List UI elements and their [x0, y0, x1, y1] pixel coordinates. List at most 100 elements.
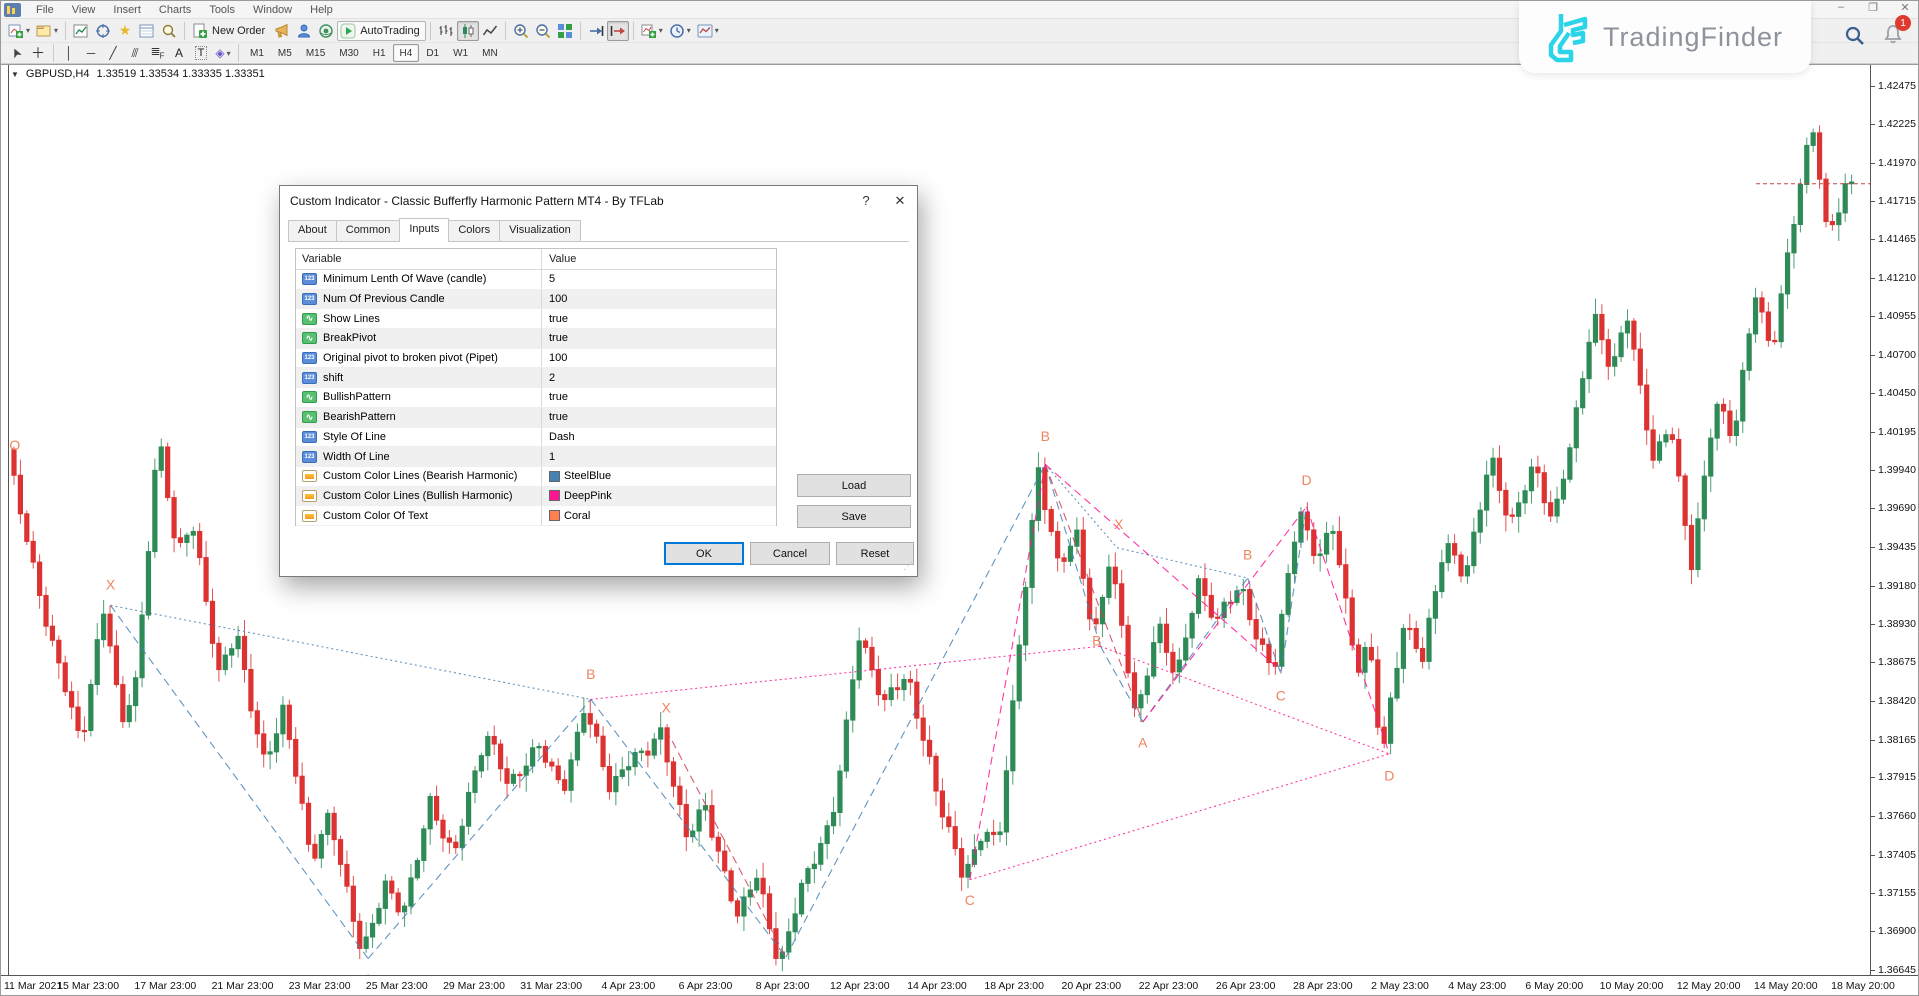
crosshair-mode-button[interactable] [92, 21, 114, 41]
value-column-header[interactable]: Value [542, 253, 776, 265]
menu-window[interactable]: Window [244, 2, 301, 18]
param-value-cell[interactable]: 2 [542, 372, 776, 384]
fibonacci-tool[interactable]: ≣F [146, 43, 168, 63]
timeframe-m5[interactable]: M5 [271, 44, 299, 62]
param-value-cell[interactable]: Dash [542, 431, 776, 443]
zoom-in-button[interactable] [510, 21, 532, 41]
timeframe-d1[interactable]: D1 [419, 44, 446, 62]
param-row[interactable]: ∿BullishPatterntrue [296, 388, 776, 408]
param-row[interactable]: 123Original pivot to broken pivot (Pipet… [296, 349, 776, 369]
channel-tool[interactable]: ⫻ [124, 43, 146, 63]
chevron-down-icon[interactable]: ▾ [715, 26, 719, 35]
param-row[interactable]: Custom Color Of TextCoral [296, 506, 776, 526]
bar-chart-button[interactable] [435, 21, 457, 41]
tab-common[interactable]: Common [336, 220, 401, 242]
tab-about[interactable]: About [288, 220, 337, 242]
menu-insert[interactable]: Insert [104, 2, 150, 18]
param-row[interactable]: Custom Color Lines (Bearish Harmonic)Ste… [296, 467, 776, 487]
crosshair-tool[interactable]: ＋ [27, 43, 49, 63]
timeframe-mn[interactable]: MN [475, 44, 505, 62]
param-row[interactable]: 123shift2 [296, 368, 776, 388]
chevron-down-icon[interactable]: ▾ [687, 26, 691, 35]
resize-grip-icon[interactable]: ⋰ [903, 562, 915, 574]
chart-shift-button[interactable] [607, 21, 629, 41]
menu-charts[interactable]: Charts [150, 2, 200, 18]
menu-tools[interactable]: Tools [200, 2, 244, 18]
tab-colors[interactable]: Colors [448, 220, 500, 242]
minimize-button[interactable]: – [1832, 1, 1850, 14]
timeframe-m30[interactable]: M30 [332, 44, 365, 62]
market-button[interactable] [315, 21, 337, 41]
line-chart-button[interactable] [479, 21, 501, 41]
param-value-cell[interactable]: DeepPink [542, 490, 776, 502]
chevron-down-icon[interactable]: ▾ [26, 26, 30, 35]
dialog-help-button[interactable]: ? [851, 186, 881, 215]
shapes-tool[interactable]: ◈▾ [212, 43, 234, 63]
horizontal-line-tool[interactable]: ─ [80, 43, 102, 63]
param-value-cell[interactable]: 100 [542, 352, 776, 364]
search-icon[interactable] [1844, 25, 1866, 47]
timeframe-m15[interactable]: M15 [299, 44, 332, 62]
timeframe-m1[interactable]: M1 [243, 44, 271, 62]
variable-column-header[interactable]: Variable [296, 249, 542, 269]
cancel-button[interactable]: Cancel [750, 542, 830, 565]
param-value-cell[interactable]: true [542, 411, 776, 423]
load-button[interactable]: Load [797, 474, 911, 497]
restore-button[interactable]: ❐ [1864, 1, 1882, 14]
param-value-cell[interactable]: Coral [542, 510, 776, 522]
chevron-down-icon[interactable]: ▾ [54, 26, 58, 35]
favorites-button[interactable]: ★ [114, 21, 136, 41]
auto-scroll-button[interactable] [585, 21, 607, 41]
menu-help[interactable]: Help [301, 2, 342, 18]
param-row[interactable]: ∿Show Linestrue [296, 309, 776, 329]
close-button[interactable]: ✕ [1896, 1, 1914, 14]
candle-chart-button[interactable] [457, 21, 479, 41]
periods-button[interactable]: ▾ [666, 21, 694, 41]
menu-file[interactable]: File [27, 2, 63, 18]
dialog-close-button[interactable]: ✕ [885, 186, 915, 215]
alerts-button[interactable] [271, 21, 293, 41]
indicators-button[interactable]: ▾ [638, 21, 666, 41]
trendline-tool[interactable]: ╱ [102, 43, 124, 63]
param-row[interactable]: Custom Color Lines (Bullish Harmonic)Dee… [296, 487, 776, 507]
chevron-down-icon[interactable]: ▾ [659, 26, 663, 35]
param-value-cell[interactable]: true [542, 313, 776, 325]
param-value-cell[interactable]: true [542, 332, 776, 344]
ok-button[interactable]: OK [664, 542, 744, 565]
label-tool[interactable]: T [190, 43, 212, 63]
time-axis[interactable]: 11 Mar 202115 Mar 23:0017 Mar 23:0021 Ma… [1, 975, 1919, 996]
tile-windows-button[interactable] [554, 21, 576, 41]
navigator-button[interactable] [158, 21, 180, 41]
param-row[interactable]: ∿BearishPatterntrue [296, 408, 776, 428]
param-value-cell[interactable]: 100 [542, 293, 776, 305]
new-chart-button[interactable]: ▾ [5, 21, 33, 41]
timeframe-h1[interactable]: H1 [366, 44, 393, 62]
market-watch-button[interactable] [136, 21, 158, 41]
save-button[interactable]: Save [797, 505, 911, 528]
tab-inputs[interactable]: Inputs [399, 218, 449, 242]
notifications-button[interactable]: 1 [1882, 23, 1904, 48]
param-value-cell[interactable]: true [542, 391, 776, 403]
param-row[interactable]: ∿BreakPivottrue [296, 329, 776, 349]
profiles-button[interactable]: ▾ [33, 21, 61, 41]
zoom-out-button[interactable] [532, 21, 554, 41]
cursor-tool[interactable]: ➤ [5, 43, 27, 63]
vertical-line-tool[interactable]: │ [58, 43, 80, 63]
param-value-cell[interactable]: 5 [542, 273, 776, 285]
menu-view[interactable]: View [63, 2, 105, 18]
dialog-title-bar[interactable]: Custom Indicator - Classic Bufferfly Har… [280, 186, 917, 215]
autotrading-button[interactable]: AutoTrading [337, 21, 426, 41]
param-row[interactable]: 123Style Of LineDash [296, 428, 776, 448]
templates-button[interactable]: ▾ [694, 21, 722, 41]
param-row[interactable]: 123Num Of Previous Candle100 [296, 290, 776, 310]
tab-visualization[interactable]: Visualization [499, 220, 581, 242]
price-axis[interactable]: 1.424751.422251.419701.417151.414651.412… [1870, 65, 1919, 975]
text-tool[interactable]: A [168, 43, 190, 63]
param-value-cell[interactable]: 1 [542, 451, 776, 463]
tick-chart-button[interactable] [70, 21, 92, 41]
chevron-down-icon[interactable]: ▾ [227, 49, 231, 58]
param-row[interactable]: 123Width Of Line1 [296, 447, 776, 467]
timeframe-h4[interactable]: H4 [393, 44, 420, 62]
timeframe-w1[interactable]: W1 [446, 44, 475, 62]
new-order-button[interactable]: New Order [189, 21, 271, 41]
